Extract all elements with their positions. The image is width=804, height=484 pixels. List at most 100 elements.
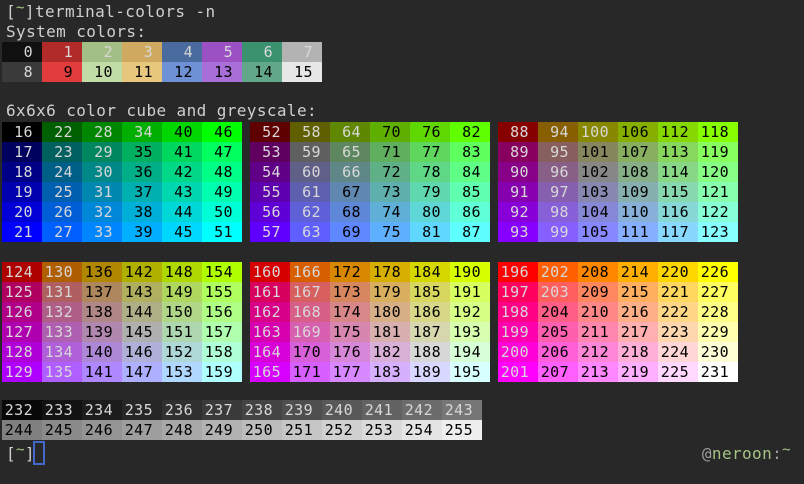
cube-cell-79: 79: [410, 182, 450, 202]
cube-cell-97: 97: [538, 182, 578, 202]
grey-cell-252: 252: [322, 420, 362, 440]
cube-cell-137: 137: [82, 282, 122, 302]
cube-cell-62: 62: [290, 202, 330, 222]
grey-cell-237: 237: [202, 400, 242, 420]
cube-cell-134: 134: [42, 342, 82, 362]
cube-cell-93: 93: [498, 222, 538, 242]
cube-cell-195: 195: [450, 362, 490, 382]
cube-cell-222: 222: [658, 302, 698, 322]
cube-cell-217: 217: [618, 322, 658, 342]
cube-cell-114: 114: [658, 162, 698, 182]
cube-cell-44: 44: [162, 202, 202, 222]
cube-cell-146: 146: [122, 342, 162, 362]
cube-cell-191: 191: [450, 282, 490, 302]
cube-cell-172: 172: [330, 262, 370, 282]
cube-cell-70: 70: [370, 122, 410, 142]
grey-cell-234: 234: [82, 400, 122, 420]
cube-cell-154: 154: [202, 262, 242, 282]
cube-cell-53: 53: [250, 142, 290, 162]
cube-cell-229: 229: [698, 322, 738, 342]
grey-cell-235: 235: [122, 400, 162, 420]
cube-cell-103: 103: [578, 182, 618, 202]
cube-cell-211: 211: [578, 322, 618, 342]
cube-block-16-51: 1622283440461723293541471824303642481925…: [2, 122, 242, 242]
cube-cell-51: 51: [202, 222, 242, 242]
cube-cell-130: 130: [42, 262, 82, 282]
cube-cell-148: 148: [162, 262, 202, 282]
grey-cell-253: 253: [362, 420, 402, 440]
cube-cell-37: 37: [122, 182, 162, 202]
cube-cell-206: 206: [538, 342, 578, 362]
cube-block-124-159: 1241301361421481541251311371431491551261…: [2, 262, 242, 382]
cube-cell-105: 105: [578, 222, 618, 242]
cube-cell-54: 54: [250, 162, 290, 182]
system-cell-6: 6: [242, 42, 282, 62]
grey-cell-254: 254: [402, 420, 442, 440]
cube-cell-118: 118: [698, 122, 738, 142]
cube-cell-182: 182: [370, 342, 410, 362]
cube-cell-202: 202: [538, 262, 578, 282]
cube-cell-33: 33: [82, 222, 122, 242]
cube-cell-197: 197: [498, 282, 538, 302]
cube-cell-55: 55: [250, 182, 290, 202]
cube-cell-24: 24: [42, 162, 82, 182]
cube-cell-91: 91: [498, 182, 538, 202]
cube-cell-48: 48: [202, 162, 242, 182]
cube-cell-102: 102: [578, 162, 618, 182]
cube-cell-61: 61: [290, 182, 330, 202]
cube-cell-178: 178: [370, 262, 410, 282]
cube-cell-221: 221: [658, 282, 698, 302]
cube-cell-147: 147: [122, 362, 162, 382]
cube-cell-122: 122: [698, 202, 738, 222]
cube-cell-112: 112: [658, 122, 698, 142]
cube-cell-157: 157: [202, 322, 242, 342]
prompt-bracket-close: ]: [25, 2, 35, 21]
cube-cell-163: 163: [250, 322, 290, 342]
cube-cell-214: 214: [618, 262, 658, 282]
cube-cell-142: 142: [122, 262, 162, 282]
terminal-window[interactable]: [~]terminal-colors -n System colors: 012…: [0, 0, 804, 484]
cube-cell-131: 131: [42, 282, 82, 302]
grey-cell-249: 249: [202, 420, 242, 440]
cube-cell-153: 153: [162, 362, 202, 382]
cube-cell-77: 77: [410, 142, 450, 162]
system-cell-5: 5: [202, 42, 242, 62]
status-hostname: neroon: [712, 444, 772, 463]
cube-cell-46: 46: [202, 122, 242, 142]
cube-cell-66: 66: [330, 162, 370, 182]
cube-cell-85: 85: [450, 182, 490, 202]
cube-cell-25: 25: [42, 182, 82, 202]
cube-cell-208: 208: [578, 262, 618, 282]
cube-cell-107: 107: [618, 142, 658, 162]
cube-cell-94: 94: [538, 122, 578, 142]
cube-cell-199: 199: [498, 322, 538, 342]
cube-cell-113: 113: [658, 142, 698, 162]
cube-cell-26: 26: [42, 202, 82, 222]
cube-cell-121: 121: [698, 182, 738, 202]
cube-cell-133: 133: [42, 322, 82, 342]
cube-cell-181: 181: [370, 322, 410, 342]
cube-cell-216: 216: [618, 302, 658, 322]
cube-cell-109: 109: [618, 182, 658, 202]
cube-cell-78: 78: [410, 162, 450, 182]
status-right: @neroon:~: [702, 444, 791, 465]
cube-cell-83: 83: [450, 142, 490, 162]
cube-cell-108: 108: [618, 162, 658, 182]
cube-cell-189: 189: [410, 362, 450, 382]
cube-cell-87: 87: [450, 222, 490, 242]
cube-cell-36: 36: [122, 162, 162, 182]
cube-cell-65: 65: [330, 142, 370, 162]
grey-cell-238: 238: [242, 400, 282, 420]
cube-cell-120: 120: [698, 162, 738, 182]
cube-cell-29: 29: [82, 142, 122, 162]
cube-cell-68: 68: [330, 202, 370, 222]
cube-cell-31: 31: [82, 182, 122, 202]
cube-cell-149: 149: [162, 282, 202, 302]
cube-cell-174: 174: [330, 302, 370, 322]
cube-block-160-195: 1601661721781841901611671731791851911621…: [250, 262, 490, 382]
cube-cell-74: 74: [370, 202, 410, 222]
prompt-bracket-open: [: [6, 444, 16, 463]
cube-cell-117: 117: [658, 222, 698, 242]
prompt-line-bottom: [~]: [6, 444, 35, 465]
cube-cell-210: 210: [578, 302, 618, 322]
